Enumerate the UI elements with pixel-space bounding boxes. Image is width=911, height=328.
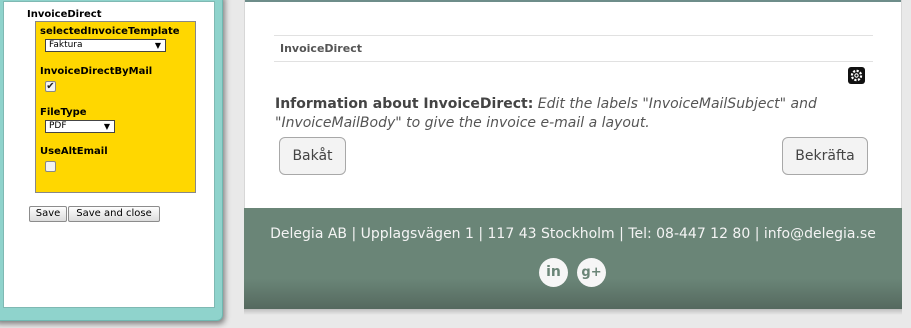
properties-box: selectedInvoiceTemplate Faktura ▼ Invoic… [35,21,196,193]
file-type-select[interactable]: PDF ▼ [45,120,115,133]
use-alt-email-checkbox[interactable] [45,161,56,172]
info-label: Information about InvoiceDirect: [275,96,534,112]
main-content-card: InvoiceDirect Information about InvoiceD… [244,0,902,208]
info-text: Information about InvoiceDirect: Edit th… [275,95,835,133]
gear-icon[interactable] [848,67,865,84]
checkmark-icon: ✔ [46,81,55,92]
save-button[interactable]: Save [29,206,67,222]
property-editor-window: InvoiceDirect selectedInvoiceTemplate Fa… [0,0,223,321]
module-header-title: InvoiceDirect [280,42,362,55]
chevron-down-icon: ▼ [103,122,110,131]
chevron-down-icon: ▼ [154,41,161,50]
invoice-by-mail-label: InvoiceDirectByMail [40,66,153,77]
confirm-button[interactable]: Bekräfta [782,137,868,175]
footer-shadow [244,309,902,315]
google-plus-icon[interactable]: g+ [577,258,606,287]
template-select-value: Faktura [49,40,83,50]
use-alt-email-label: UseAltEmail [40,146,108,157]
file-type-label: FileType [40,107,87,118]
template-select[interactable]: Faktura ▼ [45,39,166,52]
invoice-by-mail-checkbox[interactable]: ✔ [45,81,56,92]
panel-title: InvoiceDirect [27,9,102,20]
top-divider [245,0,901,2]
footer-contact: Delegia AB | Upplagsvägen 1 | 117 43 Sto… [270,226,876,242]
module-header: InvoiceDirect [274,35,873,62]
linkedin-icon[interactable]: in [539,258,568,287]
file-type-select-value: PDF [49,121,67,131]
back-button[interactable]: Bakåt [279,137,346,175]
save-and-close-button[interactable]: Save and close [68,206,160,222]
property-editor-panel: InvoiceDirect selectedInvoiceTemplate Fa… [3,1,215,308]
selected-template-label: selectedInvoiceTemplate [40,26,180,37]
footer: Delegia AB | Upplagsvägen 1 | 117 43 Sto… [244,208,902,309]
